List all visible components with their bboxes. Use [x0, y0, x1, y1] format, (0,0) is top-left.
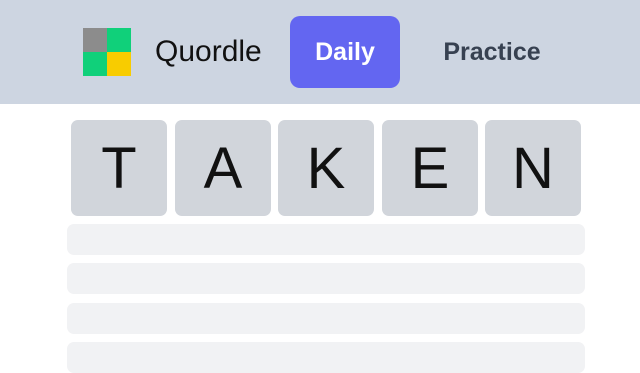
brand-title[interactable]: Quordle: [155, 33, 262, 71]
logo-square-gray: [83, 28, 107, 52]
letter-tile: N: [485, 120, 581, 216]
letter-tile: K: [278, 120, 374, 216]
quordle-logo-icon[interactable]: [83, 28, 131, 76]
tab-daily[interactable]: Daily: [290, 16, 400, 88]
logo-square-yellow: [107, 52, 131, 76]
empty-guess-row: [67, 342, 585, 373]
empty-guess-row: [67, 224, 585, 255]
top-header: Quordle Daily Practice: [0, 0, 640, 104]
tab-practice[interactable]: Practice: [422, 16, 562, 88]
logo-square-green: [83, 52, 107, 76]
logo-square-green: [107, 28, 131, 52]
empty-guess-row: [67, 303, 585, 334]
empty-guess-row: [67, 263, 585, 294]
guess-row: T A K E N: [71, 120, 582, 216]
letter-tile: E: [382, 120, 478, 216]
letter-tile: A: [175, 120, 271, 216]
letter-tile: T: [71, 120, 167, 216]
